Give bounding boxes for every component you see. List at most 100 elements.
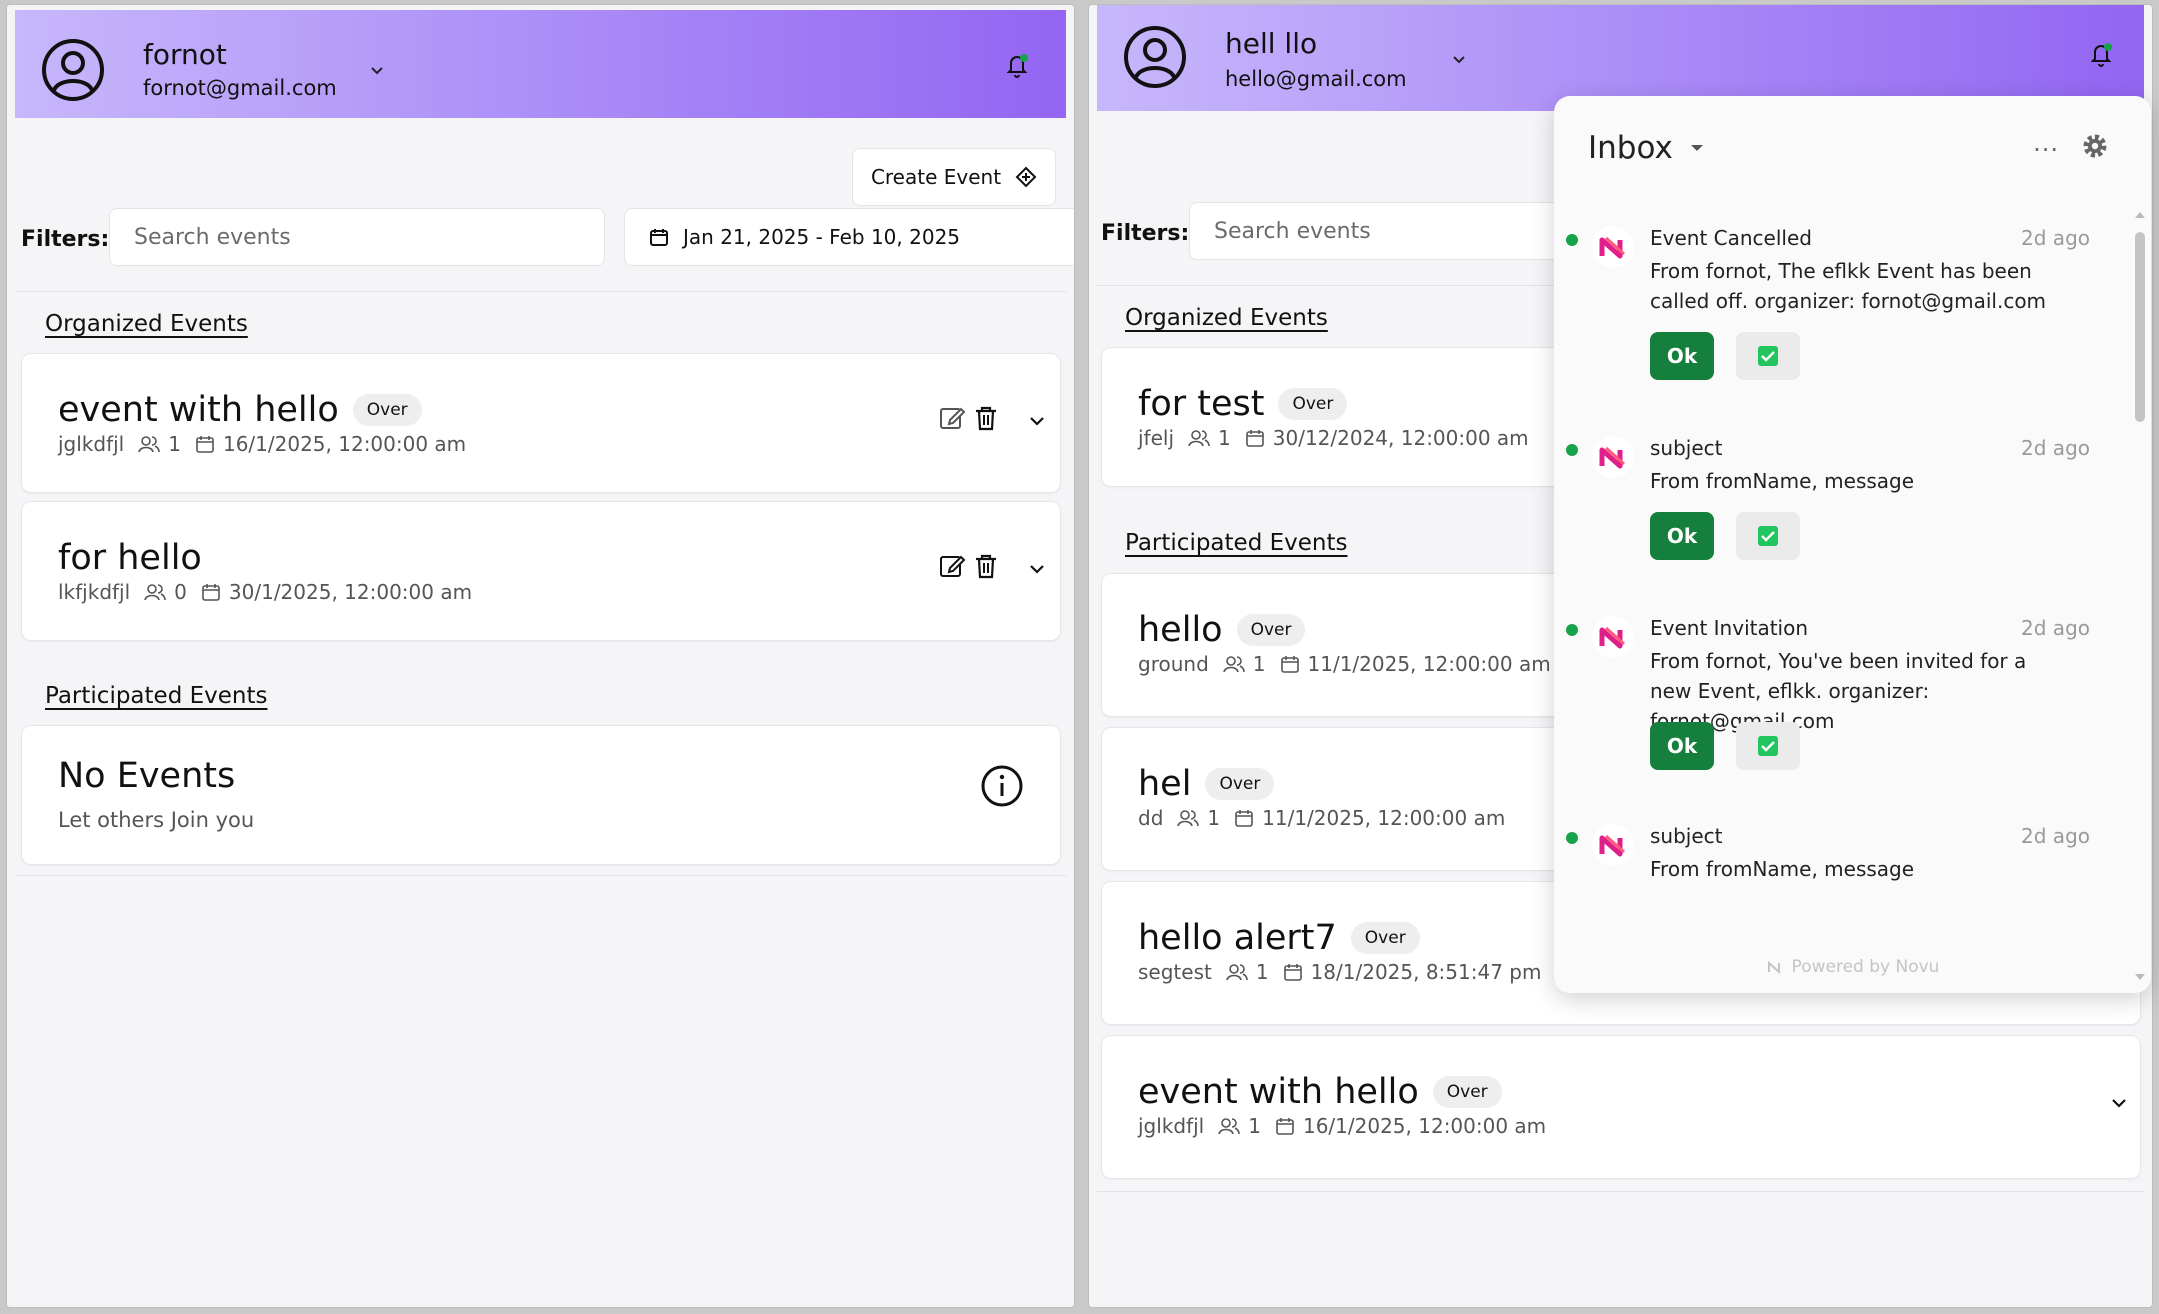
edit-icon[interactable]	[938, 552, 966, 580]
scrollbar-thumb[interactable]	[2135, 232, 2145, 422]
notification-item[interactable]: subject 2d ago From fromName, message	[1554, 824, 2094, 904]
user-name: hell llo	[1225, 27, 1318, 60]
chevron-down-icon[interactable]	[1449, 49, 1469, 69]
trash-icon[interactable]	[972, 404, 1000, 432]
users-icon	[1218, 1118, 1241, 1135]
status-badge: Over	[1278, 388, 1348, 420]
event-card[interactable]: for hello lkfjkdfjl 0 30/1/2025, 12:00:0…	[21, 501, 1061, 641]
divider	[1097, 1191, 2144, 1192]
event-subtitle: jglkdfjl	[1138, 1114, 1205, 1138]
participant-count: 1	[1255, 960, 1269, 984]
chevron-down-icon[interactable]	[1026, 410, 1048, 432]
user-email: fornot@gmail.com	[143, 76, 337, 100]
info-icon[interactable]	[980, 764, 1024, 808]
users-icon	[1188, 430, 1210, 447]
notification-time: 2d ago	[2021, 616, 2090, 640]
novu-logo-icon	[1592, 824, 1634, 866]
filters-label: Filters:	[1101, 221, 1190, 246]
calendar-icon	[1235, 810, 1253, 827]
users-icon	[1177, 810, 1200, 827]
checkbox-icon	[1758, 346, 1778, 366]
event-subtitle: segtest	[1138, 960, 1212, 984]
participant-count: 0	[174, 580, 187, 604]
status-badge: Over	[1432, 1076, 1502, 1108]
unread-dot	[1566, 444, 1578, 456]
more-options-icon[interactable]: ···	[2033, 136, 2059, 164]
calendar-icon	[1280, 656, 1299, 673]
notification-body: From fromName, message	[1650, 469, 1915, 493]
event-date: 30/1/2025, 12:00:00 am	[228, 580, 473, 604]
edit-icon[interactable]	[938, 404, 966, 432]
user-name: fornot	[143, 38, 227, 71]
status-badge: Over	[1350, 922, 1420, 954]
calendar-icon	[1276, 1118, 1294, 1135]
calendar-icon	[1283, 964, 1302, 981]
no-events-title: No Events	[58, 756, 236, 796]
organized-events-title: Organized Events	[45, 311, 248, 337]
mark-read-button[interactable]	[1736, 512, 1800, 560]
inbox-popover: Inbox ··· Event Cancelled 2d ago From fo…	[1554, 96, 2151, 993]
event-date: 16/1/2025, 12:00:00 am	[222, 432, 467, 456]
event-title: for hello	[58, 538, 202, 578]
create-event-label: Create Event	[870, 165, 1002, 189]
mark-read-button[interactable]	[1736, 332, 1800, 380]
notification-title: Event Cancelled	[1650, 226, 1812, 250]
organized-events-title: Organized Events	[1125, 305, 1328, 331]
event-title: event with hello	[58, 390, 339, 430]
chevron-down-icon[interactable]	[367, 60, 387, 80]
participant-count: 1	[1218, 426, 1231, 450]
trash-icon[interactable]	[972, 552, 1000, 580]
event-card[interactable]: event with hello Over jglkdfjl 1 16/1/20…	[21, 353, 1061, 493]
divider	[15, 875, 1066, 876]
notification-time: 2d ago	[2021, 226, 2090, 250]
powered-by-text: Powered by Novu	[1791, 957, 1940, 977]
unread-dot	[1566, 624, 1578, 636]
left-window: fornot fornot@gmail.com Create Event Fil…	[6, 4, 1075, 1308]
users-icon	[138, 436, 161, 453]
mark-read-button[interactable]	[1736, 722, 1800, 770]
event-card[interactable]: event with hello Over jglkdfjl 1 16/1/20…	[1101, 1035, 2141, 1179]
user-avatar-icon[interactable]	[1123, 25, 1187, 89]
notification-body: From fornot, The eflkk Event has been ca…	[1650, 259, 2047, 313]
gear-icon[interactable]	[2081, 132, 2109, 160]
event-title: for test	[1138, 384, 1265, 424]
filters-label: Filters:	[21, 227, 110, 252]
notification-title: subject	[1650, 824, 1723, 848]
participated-events-title: Participated Events	[1125, 530, 1348, 556]
status-badge: Over	[1236, 614, 1306, 646]
ok-button[interactable]: Ok	[1650, 332, 1714, 380]
notification-title: Event Invitation	[1650, 616, 1809, 640]
user-avatar-icon[interactable]	[41, 38, 105, 102]
date-range-value: Jan 21, 2025 - Feb 10, 2025	[683, 225, 961, 249]
create-event-button[interactable]: Create Event	[852, 148, 1056, 206]
inbox-title: Inbox	[1588, 130, 1673, 166]
user-email: hello@gmail.com	[1225, 67, 1407, 91]
unread-dot	[1566, 832, 1578, 844]
event-date: 16/1/2025, 12:00:00 am	[1302, 1114, 1547, 1138]
participant-count: 1	[1248, 1114, 1261, 1138]
notification-item[interactable]: Event Cancelled 2d ago From fornot, The …	[1554, 226, 2094, 426]
chevron-down-icon[interactable]	[2108, 1092, 2130, 1114]
ok-button[interactable]: Ok	[1650, 512, 1714, 560]
bell-icon[interactable]	[2086, 39, 2116, 69]
participant-count: 1	[1207, 806, 1221, 830]
event-date: 11/1/2025, 12:00:00 am	[1262, 806, 1506, 830]
chevron-down-icon[interactable]	[1026, 558, 1048, 580]
powered-by-footer[interactable]: Powered by Novu	[1554, 957, 2151, 977]
notification-body: From fornot, You've been invited for a n…	[1650, 649, 2027, 733]
event-title: hel	[1138, 764, 1192, 804]
date-range-picker[interactable]: Jan 21, 2025 - Feb 10, 2025	[624, 208, 1074, 266]
calendar-icon	[1245, 430, 1264, 447]
checkbox-icon	[1758, 736, 1778, 756]
inbox-title-dropdown[interactable]: Inbox	[1588, 130, 1705, 166]
calendar-icon	[196, 436, 214, 453]
notification-item[interactable]: Event Invitation 2d ago From fornot, You…	[1554, 616, 2094, 816]
event-subtitle: dd	[1138, 806, 1164, 830]
event-subtitle: ground	[1138, 652, 1209, 676]
bell-icon[interactable]	[1002, 50, 1032, 80]
notification-item[interactable]: subject 2d ago From fromName, message Ok	[1554, 436, 2094, 586]
ok-button[interactable]: Ok	[1650, 722, 1714, 770]
calendar-icon	[650, 229, 668, 246]
search-input[interactable]: Search events	[109, 208, 605, 266]
novu-logo-icon	[1592, 616, 1634, 658]
